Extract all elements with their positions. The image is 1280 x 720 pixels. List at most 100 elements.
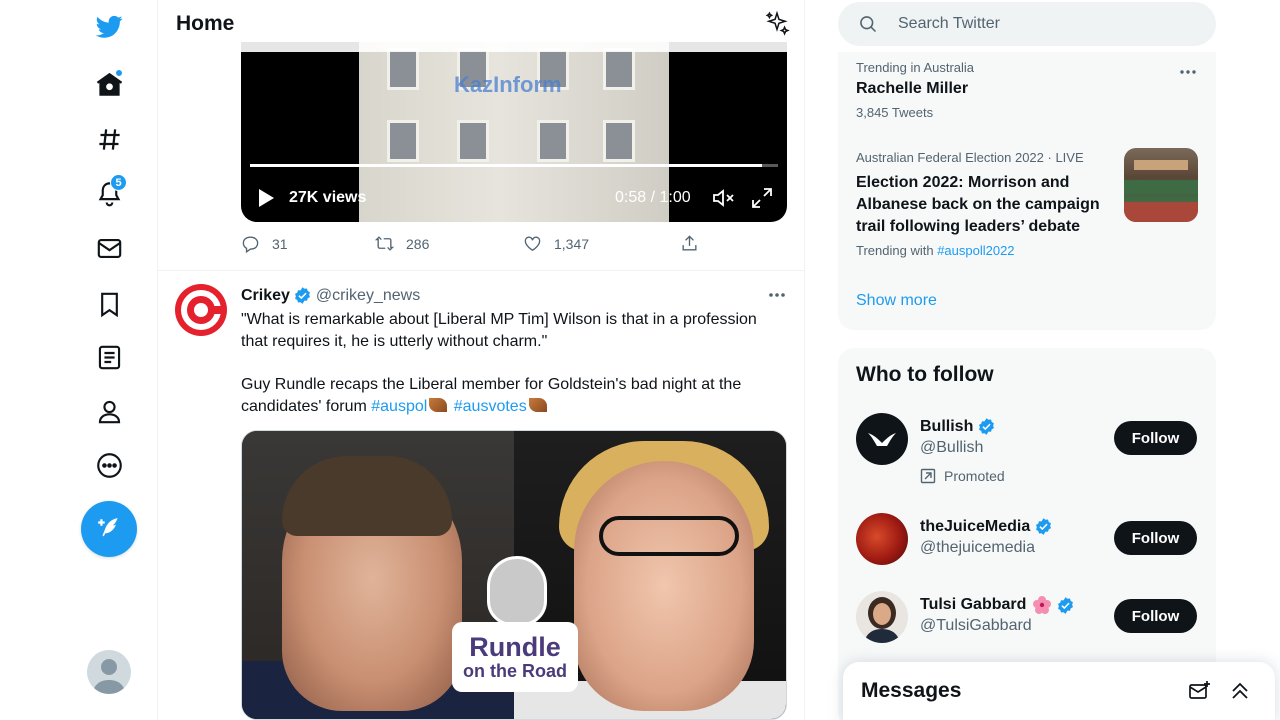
video-player[interactable]: KazInform 27K views 0:58 / 1:00: [241, 42, 787, 222]
messages-title: Messages: [861, 679, 962, 702]
play-icon[interactable]: [257, 188, 275, 208]
video-watermark: KazInform: [454, 72, 562, 97]
messages-drawer[interactable]: Messages: [843, 662, 1275, 720]
follow-button[interactable]: Follow: [1114, 599, 1197, 633]
top-tweets-sparkle-icon[interactable]: [764, 11, 790, 37]
trend-headline[interactable]: Election 2022: Morrison and Albanese bac…: [856, 172, 1111, 238]
twitter-logo-icon[interactable]: [87, 4, 131, 48]
logo-line1: Rundle: [469, 632, 561, 662]
share-button[interactable]: [680, 234, 711, 253]
search-box[interactable]: [838, 2, 1216, 46]
trend-thumbnail[interactable]: [1124, 148, 1198, 222]
tweet[interactable]: Crikey @crikey_news "What is remarkable …: [158, 271, 804, 720]
share-icon: [682, 235, 697, 251]
author-avatar[interactable]: [175, 284, 227, 336]
follow-suggestion[interactable]: Tulsi Gabbard @TulsiGabbard Follow: [838, 591, 1216, 661]
tweet-image[interactable]: Rundle on the Road: [241, 430, 787, 720]
compose-tweet-button[interactable]: [81, 501, 137, 557]
tweet-body: Guy Rundle recaps the Liberal member for…: [241, 374, 781, 418]
bullish-avatar[interactable]: [856, 413, 908, 465]
follow-button[interactable]: Follow: [1114, 521, 1197, 555]
right-sidebar: Trending in Australia Rachelle Miller 3,…: [805, 0, 1280, 720]
follow-suggestion[interactable]: Bullish @Bullish Promoted Follow: [838, 413, 1216, 484]
follow-name[interactable]: Tulsi Gabbard: [920, 596, 1026, 614]
retweet-count: 286: [406, 235, 430, 252]
chevron-up-double-icon[interactable]: [1228, 679, 1252, 703]
retweet-icon: [375, 236, 394, 251]
trowel-emoji-icon: [429, 398, 448, 412]
search-icon: [860, 16, 877, 33]
tweet-quote: "What is remarkable about [Liberal MP Ti…: [241, 311, 757, 350]
follow-handle[interactable]: @TulsiGabbard: [920, 617, 1032, 635]
more-icon[interactable]: [87, 443, 131, 487]
home-icon[interactable]: [87, 62, 131, 106]
trend-meta: Trending in Australia: [856, 60, 975, 75]
left-nav: 5: [0, 0, 157, 720]
bookmarks-icon[interactable]: [87, 282, 131, 326]
trend-meta: Australian Federal Election 2022 · LIVE: [856, 150, 1084, 165]
promoted-arrow-icon: [920, 468, 936, 484]
hashtag-ausvotes[interactable]: #ausvotes: [454, 398, 527, 415]
reply-count: 31: [272, 235, 288, 252]
follow-button[interactable]: Follow: [1114, 421, 1197, 455]
new-message-icon[interactable]: [1188, 679, 1212, 703]
heart-icon: [524, 236, 541, 252]
author-handle[interactable]: @crikey_news: [316, 287, 420, 305]
like-button[interactable]: 1,347: [523, 234, 589, 253]
tweet-more-icon[interactable]: [766, 287, 788, 303]
tweet-text: "What is remarkable about [Liberal MP Ti…: [241, 309, 781, 418]
reply-icon: [242, 236, 259, 253]
follow-handle[interactable]: @thejuicemedia: [920, 539, 1035, 557]
trend-more-icon[interactable]: [1178, 64, 1198, 80]
verified-badge-icon: [979, 418, 995, 435]
follow-name[interactable]: theJuiceMedia: [920, 518, 1030, 536]
video-view-count: 27K views: [289, 189, 367, 206]
hashtag-auspol[interactable]: #auspol: [371, 398, 427, 415]
crikey-logo-icon: [181, 290, 223, 330]
hibiscus-emoji-icon: [1033, 596, 1052, 614]
trend-with: Trending with #auspoll2022: [856, 243, 1015, 258]
trend-with-hashtag[interactable]: #auspoll2022: [937, 243, 1014, 258]
who-to-follow-title: Who to follow: [856, 363, 994, 386]
notifications-count-badge: 5: [110, 174, 127, 191]
main-header: Home: [158, 0, 804, 52]
fullscreen-icon[interactable]: [750, 186, 774, 210]
explore-hashtag-icon[interactable]: [87, 117, 131, 161]
verified-badge-icon: [294, 287, 310, 304]
muted-speaker-icon[interactable]: [711, 186, 737, 210]
verified-badge-icon: [1036, 518, 1052, 535]
promoted-text: Promoted: [944, 468, 1005, 484]
home-unread-dot: [115, 69, 123, 77]
notifications-bell-icon[interactable]: 5: [87, 171, 131, 215]
logo-line2: on the Road: [463, 661, 567, 681]
trend-with-label: Trending with: [856, 243, 934, 258]
trend-tweet-count: 3,845 Tweets: [856, 105, 934, 120]
author-line: Crikey @crikey_news: [241, 286, 420, 305]
retweet-button[interactable]: 286: [375, 234, 429, 253]
author-name[interactable]: Crikey: [241, 287, 290, 305]
compose-feather-icon: [98, 518, 118, 537]
bullish-logo-icon: [868, 433, 896, 446]
like-count: 1,347: [554, 235, 590, 252]
trend-name[interactable]: Rachelle Miller: [856, 80, 968, 98]
lists-icon[interactable]: [87, 335, 131, 379]
video-time: 0:58 / 1:00: [615, 189, 691, 206]
reply-button[interactable]: 31: [241, 234, 288, 253]
promoted-label: Promoted: [920, 468, 1005, 484]
page-title: Home: [176, 12, 235, 35]
account-avatar[interactable]: [87, 650, 131, 694]
follow-handle[interactable]: @Bullish: [920, 439, 983, 457]
messages-envelope-icon[interactable]: [87, 226, 131, 270]
follow-suggestion[interactable]: theJuiceMedia @thejuicemedia Follow: [838, 513, 1216, 583]
show-more-link[interactable]: Show more: [856, 292, 937, 310]
main-timeline: KazInform 27K views 0:58 / 1:00 Home 31 …: [157, 0, 805, 720]
tweet-actions: 31 286 1,347: [241, 234, 711, 260]
thejuicemedia-avatar[interactable]: [856, 513, 908, 565]
video-progress-bar[interactable]: [250, 164, 778, 167]
trends-panel: Trending in Australia Rachelle Miller 3,…: [838, 52, 1216, 330]
profile-icon[interactable]: [87, 389, 131, 433]
search-input[interactable]: [898, 2, 1198, 46]
trowel-emoji-icon: [528, 398, 547, 412]
follow-name[interactable]: Bullish: [920, 418, 973, 436]
tulsigabbard-avatar[interactable]: [856, 591, 908, 643]
